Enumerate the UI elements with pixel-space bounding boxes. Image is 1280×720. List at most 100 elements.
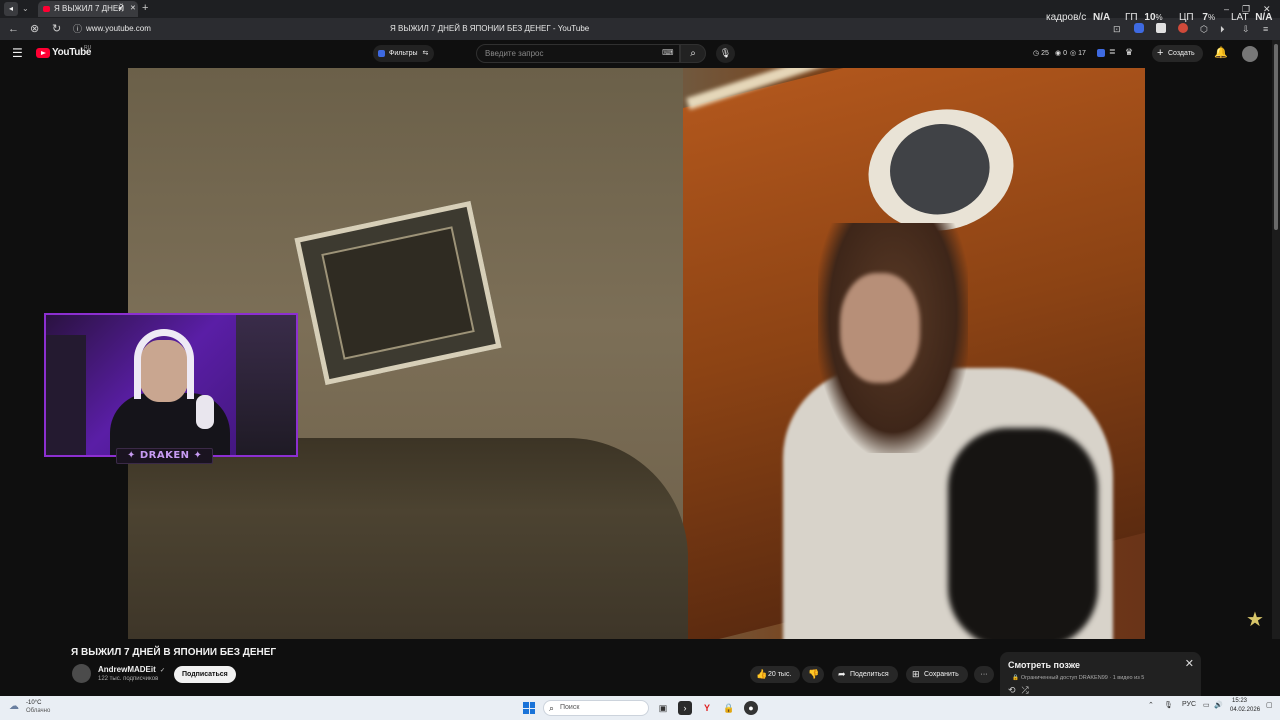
- weather-temperature[interactable]: -10°C: [26, 700, 41, 706]
- extension-icon[interactable]: [1134, 23, 1144, 33]
- playlist-controls: ⟲⤮: [1008, 685, 1035, 696]
- tab-list-chevron-icon[interactable]: ⌄: [22, 2, 29, 16]
- video-frame-sofa: [128, 438, 688, 639]
- share-button[interactable]: ➦ Поделиться: [832, 666, 898, 683]
- microphone-icon: 🎙: [719, 48, 732, 58]
- star-icon[interactable]: ★: [1246, 607, 1264, 632]
- notifications-bell-icon[interactable]: 🔔: [1214, 46, 1228, 59]
- terminal-icon[interactable]: ›: [678, 701, 692, 715]
- extension-icon[interactable]: [1178, 23, 1188, 33]
- volume-icon[interactable]: 🔊: [1214, 701, 1223, 709]
- save-label: Сохранить: [924, 671, 959, 678]
- scrollbar-thumb[interactable]: [1274, 44, 1278, 230]
- trophy-icon[interactable]: ♛: [1125, 47, 1133, 58]
- watch-later-subtitle-text: Ограниченный доступ DRAKEN99 · 1 видео и…: [1020, 675, 1145, 681]
- gpu-value: 10: [1144, 12, 1156, 23]
- gpu-percent: %: [1155, 13, 1163, 22]
- hamburger-menu-icon[interactable]: ☰: [12, 46, 23, 60]
- voice-search-button[interactable]: 🎙: [716, 44, 735, 63]
- webcam-overlay: [44, 313, 298, 457]
- list-icon[interactable]: ≣: [1109, 47, 1116, 56]
- tab-youtube-video[interactable]: Я ВЫЖИЛ 7 ДНЕЙ ◂) ✕: [38, 1, 138, 17]
- cpu-percent: %: [1207, 13, 1216, 22]
- notifications-icon[interactable]: ▢: [1266, 701, 1273, 709]
- extension-icon[interactable]: [1097, 49, 1105, 57]
- repeat-icon[interactable]: ⟲: [1008, 685, 1022, 695]
- cpu-counter: ЦП 7%: [1179, 12, 1215, 23]
- minimize-button[interactable]: –: [1224, 0, 1229, 18]
- cloud-icon[interactable]: ☁: [9, 701, 19, 712]
- save-button[interactable]: ⊞ Сохранить: [906, 666, 968, 683]
- fps-counter: кадров/с N/A: [1046, 12, 1110, 23]
- dislike-button[interactable]: 👎: [802, 666, 824, 683]
- bookmark-icon[interactable]: ⊡: [1113, 18, 1121, 40]
- page-title: Я ВЫЖИЛ 7 ДНЕЙ В ЯПОНИИ БЕЗ ДЕНЕГ - YouT…: [390, 24, 590, 33]
- taskbar-search[interactable]: Поиск: [543, 700, 649, 716]
- webcam-background-shelf: [236, 315, 296, 455]
- swap-icon: ⇆: [422, 50, 429, 57]
- like-count: 20 тыс.: [768, 671, 792, 678]
- language-indicator[interactable]: РУС: [1182, 701, 1196, 708]
- youtube-favicon-icon: [43, 6, 50, 12]
- watch-later-panel: Смотреть позже 🔒 Ограниченный доступ DRAK…: [1000, 652, 1201, 696]
- likes-stat: ◎ 17: [1070, 50, 1086, 57]
- windows-taskbar: ☁ -10°C Облачно Поиск ▣ › Y 🔒 ● ⌃ 🎙 РУС …: [0, 696, 1280, 720]
- tab-audio-icon[interactable]: ◂): [118, 1, 124, 17]
- shuffle-icon[interactable]: ⤮: [1022, 685, 1035, 695]
- subscribe-button[interactable]: Подписаться: [174, 666, 236, 683]
- tab-actions-icon[interactable]: ◂: [4, 2, 18, 16]
- shield-icon[interactable]: ⊗: [30, 18, 39, 40]
- yandex-browser-icon[interactable]: Y: [700, 701, 714, 715]
- webcam-background-left: [46, 335, 86, 455]
- watch-later-subtitle: 🔒 Ограниченный доступ DRAKEN99 · 1 видео …: [1012, 675, 1144, 681]
- task-view-icon[interactable]: ▣: [656, 701, 670, 715]
- video-frame-dark-object: [948, 428, 1098, 639]
- filters-button[interactable]: Фильтры ⇆: [373, 45, 435, 62]
- thumbs-up-icon: 👍: [756, 669, 768, 679]
- tab-close-icon[interactable]: ✕: [130, 1, 136, 17]
- like-button[interactable]: 👍 20 тыс.: [750, 666, 800, 683]
- new-tab-button[interactable]: +: [142, 0, 148, 17]
- play-extension-icon[interactable]: ⏵: [1220, 18, 1225, 40]
- obs-icon[interactable]: ●: [744, 701, 758, 715]
- start-button[interactable]: [523, 702, 535, 714]
- more-actions-button[interactable]: ···: [974, 666, 994, 683]
- lock-app-icon[interactable]: 🔒: [722, 701, 736, 715]
- search-input[interactable]: Введите запрос: [476, 44, 680, 63]
- weather-condition[interactable]: Облачно: [26, 708, 50, 714]
- latency-label: LAT: [1231, 12, 1249, 23]
- youtube-header: ☰ YouTube RU Фильтры ⇆ Введите запрос ⌨ …: [0, 40, 1280, 68]
- clock-time[interactable]: 15:23: [1232, 698, 1247, 704]
- subscriber-count: 122 тыс. подписчиков: [98, 676, 159, 682]
- video-frame-person-face: [840, 273, 920, 383]
- url-field[interactable]: www.youtube.com: [86, 18, 151, 40]
- site-info-icon[interactable]: ⓘ: [73, 18, 82, 40]
- extension-icon[interactable]: [1156, 23, 1166, 33]
- search-button[interactable]: ⌕: [680, 44, 706, 63]
- account-avatar[interactable]: [1242, 46, 1258, 62]
- back-icon[interactable]: ←: [8, 18, 19, 40]
- tray-overflow-icon[interactable]: ⌃: [1148, 701, 1154, 709]
- youtube-logo-icon[interactable]: [36, 48, 50, 58]
- share-label: Поделиться: [850, 671, 889, 678]
- create-button[interactable]: Создать: [1152, 45, 1203, 62]
- keyboard-icon[interactable]: ⌨: [662, 48, 674, 57]
- gpu-label: ГП: [1125, 12, 1138, 23]
- network-icon[interactable]: ▭: [1203, 701, 1210, 709]
- views-stat: ◷ 25: [1033, 50, 1049, 57]
- channel-avatar[interactable]: [72, 664, 91, 683]
- share-arrow-icon: ➦: [838, 669, 846, 679]
- clock-date[interactable]: 04.02.2026: [1230, 707, 1260, 713]
- microphone-icon: [196, 395, 214, 429]
- views-count: 25: [1041, 50, 1049, 57]
- zero-count: 0: [1063, 50, 1067, 57]
- verified-icon: ✓: [160, 668, 166, 674]
- channel-name[interactable]: AndrewMADEit ✓: [98, 665, 165, 674]
- close-panel-button[interactable]: ✕: [1185, 657, 1194, 670]
- thumbs-down-icon: 👎: [808, 669, 820, 679]
- zero-stat: ◉ 0: [1055, 50, 1067, 57]
- mic-tray-icon[interactable]: 🎙: [1164, 701, 1173, 709]
- reload-icon[interactable]: ↻: [52, 18, 61, 40]
- video-frame-clock-face: [881, 114, 999, 224]
- latency-value: N/A: [1255, 12, 1273, 23]
